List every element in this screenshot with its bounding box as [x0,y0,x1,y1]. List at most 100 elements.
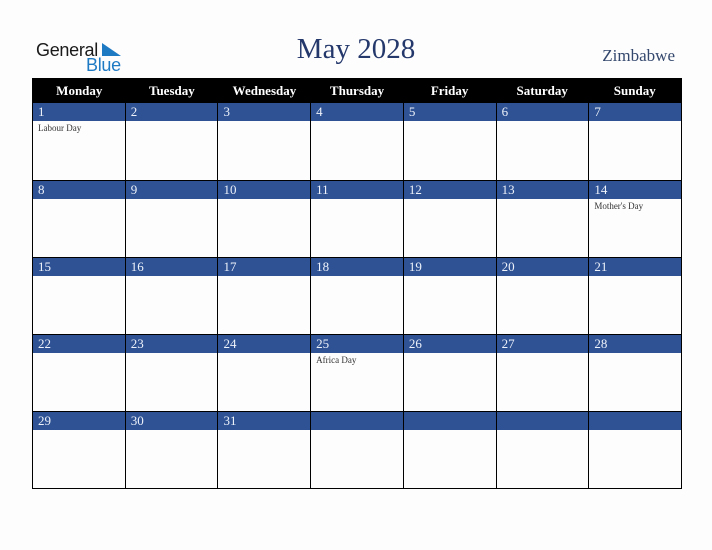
day-number: 18 [311,258,403,276]
day-cell[interactable] [589,411,682,488]
day-number: 13 [496,181,589,199]
day-number: 7 [589,103,682,121]
day-cell[interactable]: 16 [125,257,219,334]
day-number: 30 [125,412,218,430]
holiday-label [589,276,681,278]
weekday-header: Monday Tuesday Wednesday Thursday Friday… [33,79,681,103]
holiday-label [497,353,589,355]
day-number: 28 [589,335,682,353]
holiday-label [33,430,125,432]
weekday-label: Wednesday [232,83,297,98]
day-cell[interactable]: 17 [218,257,312,334]
day-cell[interactable]: 27 [496,334,590,411]
day-cell[interactable]: 21 [589,257,682,334]
weekday-label: Saturday [516,83,568,98]
day-number: 11 [311,181,403,199]
holiday-label [126,430,218,432]
holiday-label [404,199,496,201]
day-cell[interactable] [403,411,497,488]
holiday-label [33,353,125,355]
day-cell[interactable]: 30 [125,411,219,488]
day-cell[interactable] [496,411,590,488]
week-row: 15 16 17 18 19 20 21 [33,257,682,334]
holiday-label: Mother's Day [594,201,644,211]
week-row: 8 9 10 11 12 13 14 Mother's Day [33,180,682,257]
country-label: Zimbabwe [602,46,675,65]
day-cell[interactable]: 15 [33,257,126,334]
day-cell[interactable]: 8 [33,180,126,257]
holiday-label [311,199,403,201]
holiday-label [404,353,496,355]
holiday-label [311,121,403,123]
day-cell[interactable]: 19 [403,257,497,334]
week-row: 22 23 24 25 Africa Day 26 27 28 [33,334,682,411]
day-cell[interactable]: 4 [311,103,404,180]
day-cell[interactable]: 7 [589,103,682,180]
weekday-label: Thursday [329,83,385,98]
holiday-label [33,276,125,278]
day-number [311,412,403,430]
day-cell[interactable]: 2 [125,103,219,180]
day-cell[interactable]: 9 [125,180,219,257]
day-cell[interactable]: 18 [311,257,404,334]
day-cell[interactable]: 26 [403,334,497,411]
day-cell[interactable]: 14 Mother's Day [589,180,682,257]
day-number [496,412,589,430]
day-number: 4 [311,103,403,121]
weekday-label: Monday [56,83,103,98]
day-cell[interactable]: 25 Africa Day [311,334,404,411]
week-row: 1 Labour Day 2 3 4 5 6 7 [33,103,682,180]
holiday-label [311,276,403,278]
day-number: 2 [125,103,218,121]
day-number: 6 [496,103,589,121]
day-cell[interactable]: 10 [218,180,312,257]
day-number: 31 [218,412,311,430]
holiday-label [126,121,218,123]
day-number: 25 [311,335,403,353]
day-number: 27 [496,335,589,353]
holiday-label [497,276,589,278]
day-cell[interactable] [311,411,404,488]
holiday-label [33,199,125,201]
day-number: 5 [403,103,496,121]
holiday-label [126,276,218,278]
holiday-label [589,353,681,355]
day-cell[interactable]: 12 [403,180,497,257]
day-cell[interactable]: 22 [33,334,126,411]
holiday-label [497,199,589,201]
day-number: 15 [33,258,125,276]
day-number: 21 [589,258,682,276]
holiday-label [404,276,496,278]
day-cell[interactable]: 5 [403,103,497,180]
day-cell[interactable]: 13 [496,180,590,257]
day-number: 23 [125,335,218,353]
day-number: 10 [218,181,311,199]
day-number: 14 [589,181,682,199]
holiday-label [497,430,589,432]
day-number [403,412,496,430]
holiday-label [311,430,403,432]
holiday-label: Labour Day [38,123,82,133]
holiday-label [218,121,310,123]
holiday-label [218,430,310,432]
day-cell[interactable]: 28 [589,334,682,411]
day-cell[interactable]: 11 [311,180,404,257]
day-number: 22 [33,335,125,353]
holiday-label [589,121,681,123]
day-cell[interactable]: 31 [218,411,312,488]
day-cell[interactable]: 6 [496,103,590,180]
calendar-grid: Monday Tuesday Wednesday Thursday Friday… [32,78,682,489]
holiday-label [589,430,681,432]
day-cell[interactable]: 3 [218,103,312,180]
day-cell[interactable]: 24 [218,334,312,411]
holiday-label [218,199,310,201]
day-number: 29 [33,412,125,430]
day-cell[interactable]: 23 [125,334,219,411]
holiday-label [218,276,310,278]
day-cell[interactable]: 1 Labour Day [33,103,126,180]
day-cell[interactable]: 20 [496,257,590,334]
day-cell[interactable]: 29 [33,411,126,488]
day-number: 8 [33,181,125,199]
holiday-label: Africa Day [316,355,357,365]
weekday-label: Tuesday [148,83,195,98]
